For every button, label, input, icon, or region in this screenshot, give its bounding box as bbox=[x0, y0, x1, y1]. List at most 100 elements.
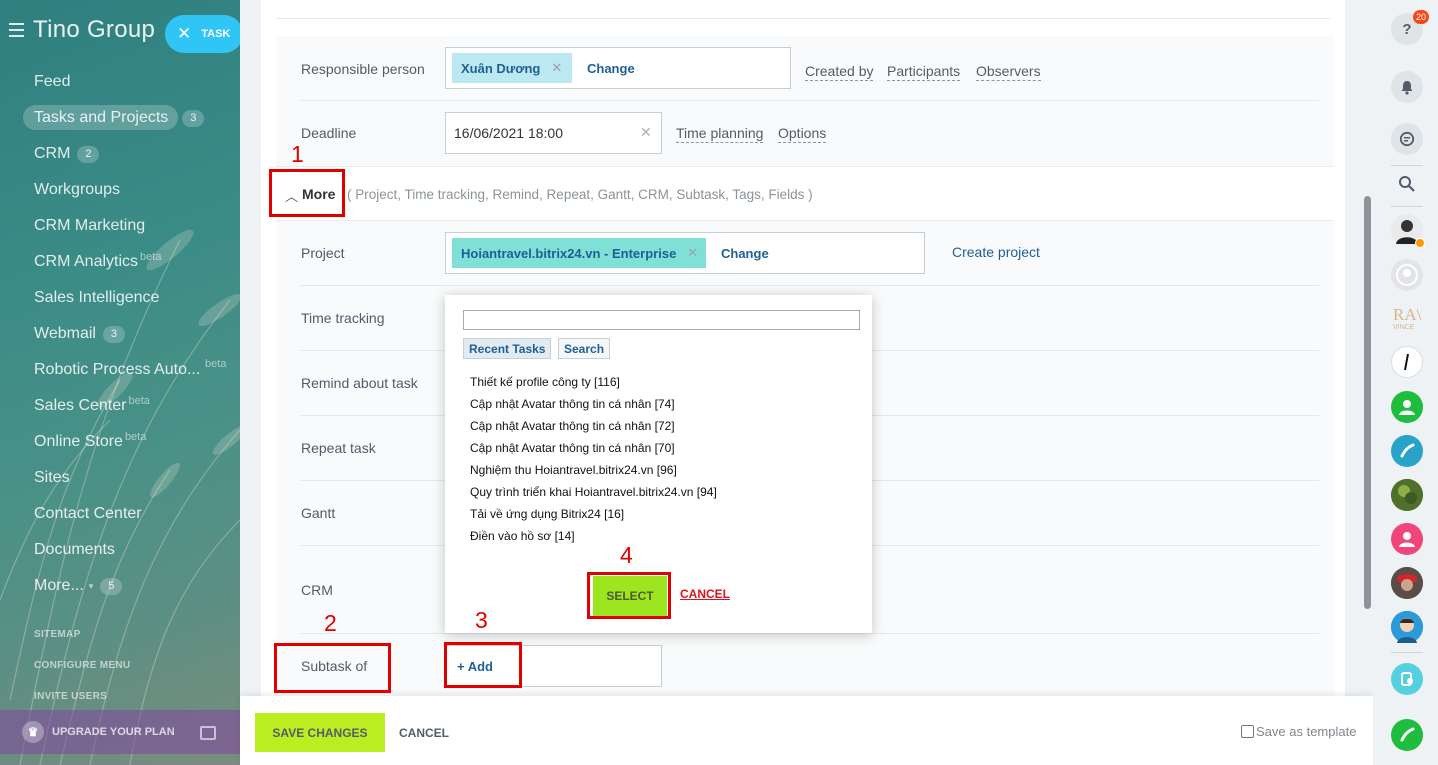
company-title[interactable]: Tino Group bbox=[33, 16, 155, 44]
project-label: Project bbox=[301, 245, 345, 261]
list-item[interactable]: Điền vào hồ sơ [14] bbox=[470, 525, 717, 547]
tab-recent-tasks[interactable]: Recent Tasks bbox=[463, 338, 552, 359]
remove-icon[interactable]: ✕ bbox=[551, 60, 562, 76]
responsible-person-name: Xuân Dương bbox=[461, 60, 541, 76]
list-item[interactable]: Cập nhật Avatar thông tin cá nhân [70] bbox=[470, 437, 717, 459]
user-avatar[interactable] bbox=[1391, 567, 1423, 599]
configure-menu-link[interactable]: CONFIGURE MENU bbox=[34, 660, 130, 671]
time-tracking-label: Time tracking bbox=[301, 310, 385, 326]
sidebar-item-online-store[interactable]: Online Store beta bbox=[0, 424, 240, 460]
sidebar-item-more[interactable]: More... ▾ 5 bbox=[0, 568, 240, 604]
responsible-person-chip: Xuân Dương ✕ bbox=[452, 53, 572, 83]
crm-label: CRM bbox=[301, 582, 333, 598]
beta-tag: beta bbox=[124, 431, 147, 443]
chevron-down-icon: ▾ bbox=[88, 580, 94, 591]
list-item[interactable]: Thiết kế profile công ty [116] bbox=[470, 371, 717, 393]
divider bbox=[1391, 652, 1423, 653]
call-icon[interactable] bbox=[1391, 719, 1423, 751]
sidebar-item-webmail[interactable]: Webmail 3 bbox=[0, 316, 240, 352]
sidebar-item-sales-center[interactable]: Sales Center beta bbox=[0, 388, 240, 424]
deadline-label: Deadline bbox=[301, 125, 357, 141]
user-avatar[interactable] bbox=[1391, 391, 1423, 423]
close-icon: ✕ bbox=[177, 24, 192, 43]
remove-icon[interactable]: ✕ bbox=[687, 245, 698, 261]
partial-logo-subtext: VINCE bbox=[1393, 324, 1415, 331]
save-as-template-checkbox[interactable] bbox=[1241, 725, 1254, 738]
counter-badge: 2 bbox=[77, 145, 100, 163]
list-item[interactable]: Cập nhật Avatar thông tin cá nhân [72] bbox=[470, 415, 717, 437]
responsible-person-field[interactable]: Xuân Dương ✕ Change bbox=[445, 47, 791, 89]
observers-link[interactable]: Observers bbox=[976, 63, 1041, 81]
divider bbox=[276, 18, 1330, 19]
more-options-row[interactable]: ︿ More ( Project, Time tracking, Remind,… bbox=[276, 166, 1334, 221]
sidebar-item-crm-analytics[interactable]: CRM Analytics beta bbox=[0, 244, 240, 280]
remind-about-task-label: Remind about task bbox=[301, 375, 418, 391]
divider bbox=[301, 100, 1319, 101]
popup-cancel-link[interactable]: CANCEL bbox=[680, 587, 730, 601]
user-avatar[interactable] bbox=[1391, 259, 1423, 291]
sidebar-item-tasks-and-projects[interactable]: Tasks and Projects 3 bbox=[0, 100, 240, 136]
participants-link[interactable]: Participants bbox=[887, 63, 961, 81]
printer-icon[interactable] bbox=[200, 726, 216, 740]
sitemap-link[interactable]: SITEMAP bbox=[34, 629, 81, 640]
list-item[interactable]: Tải về ứng dụng Bitrix24 [16] bbox=[470, 503, 717, 525]
counter-badge: 3 bbox=[182, 109, 205, 127]
annotation-box-more bbox=[269, 169, 345, 217]
deadline-input[interactable]: 16/06/2021 18:00 ✕ bbox=[445, 112, 662, 154]
close-task-button[interactable]: ✕ TASK bbox=[165, 15, 243, 53]
gantt-label: Gantt bbox=[301, 505, 336, 521]
clear-icon[interactable]: ✕ bbox=[640, 124, 652, 141]
user-avatar[interactable] bbox=[1391, 523, 1423, 555]
sidebar-item-workgroups[interactable]: Workgroups bbox=[0, 172, 240, 208]
sidebar-item-crm[interactable]: CRM 2 bbox=[0, 136, 240, 172]
list-item[interactable]: Cập nhật Avatar thông tin cá nhân [74] bbox=[470, 393, 717, 415]
task-button-label: TASK bbox=[201, 28, 231, 40]
bottom-action-bar: SAVE CHANGES CANCEL Save as template bbox=[240, 696, 1373, 765]
sidebar-item-sales-intelligence[interactable]: Sales Intelligence bbox=[0, 280, 240, 316]
sidebar-item-feed[interactable]: Feed bbox=[0, 64, 240, 100]
user-avatar[interactable] bbox=[1391, 346, 1423, 378]
task-search-input[interactable] bbox=[463, 310, 860, 330]
annotation-number-4: 4 bbox=[620, 542, 633, 568]
menu-hamburger-icon[interactable] bbox=[9, 23, 24, 37]
save-changes-button[interactable]: SAVE CHANGES bbox=[255, 713, 385, 752]
responsible-person-label: Responsible person bbox=[301, 61, 425, 77]
sidebar-item-sites[interactable]: Sites bbox=[0, 460, 240, 496]
search-icon[interactable] bbox=[1391, 168, 1423, 200]
repeat-task-label: Repeat task bbox=[301, 440, 376, 456]
beta-tag: beta bbox=[140, 251, 162, 263]
bell-icon[interactable] bbox=[1391, 71, 1423, 103]
sidebar-item-crm-marketing[interactable]: CRM Marketing bbox=[0, 208, 240, 244]
chat-icon[interactable] bbox=[1391, 123, 1423, 155]
more-options-list: ( Project, Time tracking, Remind, Repeat… bbox=[347, 187, 813, 202]
created-by-link[interactable]: Created by bbox=[805, 63, 874, 81]
change-project-link[interactable]: Change bbox=[721, 246, 769, 261]
tab-search[interactable]: Search bbox=[558, 338, 611, 359]
divider bbox=[1391, 165, 1423, 166]
invite-users-link[interactable]: INVITE USERS bbox=[34, 691, 107, 702]
list-item[interactable]: Nghiệm thu Hoiantravel.bitrix24.vn [96] bbox=[470, 459, 717, 481]
scrollbar-thumb[interactable] bbox=[1364, 196, 1371, 609]
create-project-link[interactable]: Create project bbox=[952, 244, 1040, 260]
notification-badge: 20 bbox=[1413, 10, 1429, 24]
open-channel-icon[interactable] bbox=[1391, 663, 1423, 695]
sidebar-item-contact-center[interactable]: Contact Center bbox=[0, 496, 240, 532]
annotation-box-subtask-of bbox=[274, 643, 391, 693]
save-as-template-option[interactable]: Save as template bbox=[1241, 724, 1356, 739]
partial-logo-text: RA\ bbox=[1393, 305, 1422, 324]
options-link[interactable]: Options bbox=[778, 125, 827, 143]
upgrade-plan-button[interactable]: ♛ UPGRADE YOUR PLAN bbox=[0, 710, 240, 754]
divider bbox=[301, 285, 1319, 286]
change-responsible-link[interactable]: Change bbox=[587, 61, 635, 76]
beta-tag: beta bbox=[128, 395, 150, 407]
status-dot bbox=[1415, 238, 1425, 248]
list-item[interactable]: Quy trình triển khai Hoiantravel.bitrix2… bbox=[470, 481, 717, 503]
phone-icon[interactable] bbox=[1391, 435, 1423, 467]
project-field[interactable]: Hoiantravel.bitrix24.vn - Enterprise ✕ C… bbox=[445, 232, 925, 274]
sidebar-item-robotic-process-automation[interactable]: Robotic Process Auto... beta bbox=[0, 352, 240, 388]
time-planning-link[interactable]: Time planning bbox=[676, 125, 764, 143]
sidebar-item-documents[interactable]: Documents bbox=[0, 532, 240, 568]
user-avatar[interactable] bbox=[1391, 611, 1423, 643]
cancel-button[interactable]: CANCEL bbox=[399, 726, 449, 740]
user-avatar[interactable] bbox=[1391, 479, 1423, 511]
